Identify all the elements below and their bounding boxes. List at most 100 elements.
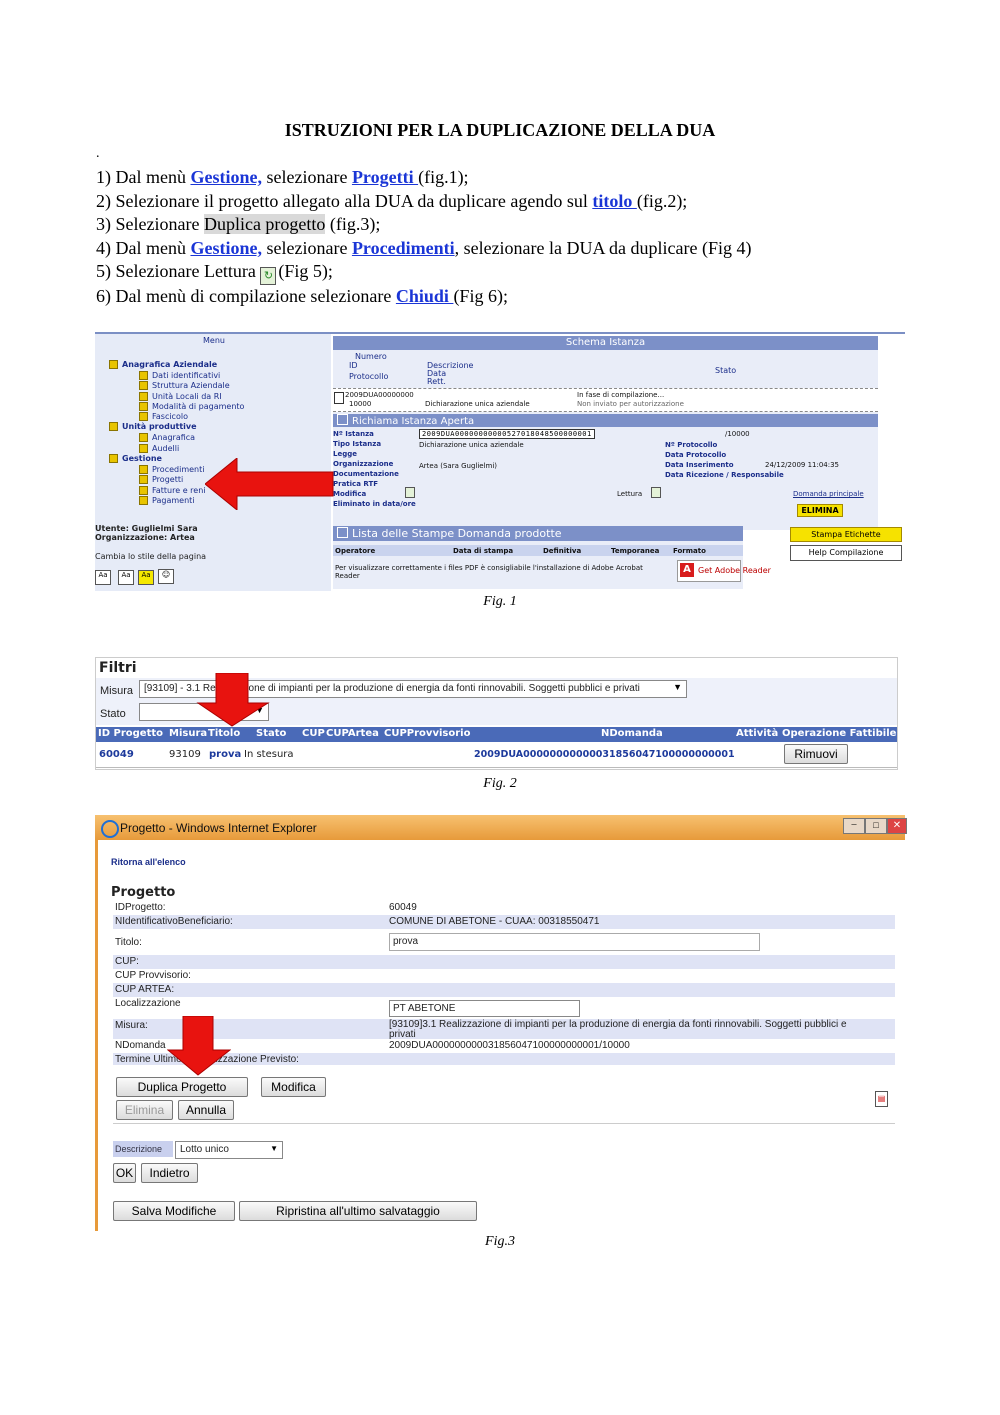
col-rett: Rett.: [427, 377, 446, 386]
procedimenti-link[interactable]: Procedimenti: [352, 238, 455, 258]
menu-item[interactable]: Dati identificativi: [139, 371, 244, 381]
progetti-link[interactable]: Progetti: [352, 167, 418, 187]
adobe-reader-logo[interactable]: A Get Adobe Reader: [677, 560, 771, 582]
domanda-principale-link[interactable]: Domanda principale: [793, 490, 864, 498]
ok-button[interactable]: OK: [113, 1163, 136, 1183]
gestione-link[interactable]: Gestione,: [190, 238, 262, 258]
menu-item[interactable]: Unità Locali da RI: [139, 391, 244, 402]
bullet-icon: [139, 495, 148, 505]
column-header[interactable]: NDomanda: [601, 728, 663, 739]
form-row: CUP Provvisorio:: [113, 969, 895, 983]
column-header[interactable]: Operazione Fattibile: [782, 728, 896, 739]
schema-row[interactable]: 2009DUA00000000 10000 Dichiarazione unic…: [333, 388, 878, 412]
column-header[interactable]: CUPArtea: [326, 728, 379, 739]
schema-num: 2009DUA00000000: [345, 391, 414, 399]
titolo-link[interactable]: titolo: [592, 191, 637, 211]
stampa-etichette-button[interactable]: Stampa Etichette: [790, 527, 902, 542]
modifica-icon[interactable]: [405, 487, 415, 498]
column-header[interactable]: Titolo: [208, 728, 240, 739]
form-label: CUP:: [115, 956, 139, 967]
stato-label: Stato: [100, 708, 126, 720]
chiudi-link[interactable]: Chiudi: [396, 286, 454, 306]
menu-item-label: Dati identificativi: [152, 371, 221, 380]
figure-1-caption: Fig. 1: [483, 594, 517, 609]
lettura-icon[interactable]: [651, 487, 661, 498]
indietro-button[interactable]: Indietro: [141, 1163, 198, 1183]
rimuovi-button[interactable]: Rimuovi: [784, 744, 848, 764]
row-ndomanda-link[interactable]: 2009DUA00000000000031856047100000000001: [474, 749, 735, 760]
back-link[interactable]: Ritorna all'elenco: [111, 857, 186, 867]
table-row: 60049 93109 prova In stesura 2009DUA0000…: [96, 743, 897, 768]
org-label: Organizzazione: Artea: [95, 533, 195, 542]
form-value: 2009DUA000000000031856047100000000001/10…: [389, 1040, 630, 1051]
menu-item[interactable]: Unità produttive: [109, 422, 244, 433]
elimina-button[interactable]: ELIMINA: [797, 504, 843, 517]
data-inserimento: 24/12/2009 11:04:35: [765, 461, 840, 469]
step-text: selezionare: [261, 237, 352, 258]
ie-icon: [101, 820, 119, 838]
adobe-icon: A: [680, 563, 694, 577]
window-titlebar: Progetto - Windows Internet Explorer – □…: [95, 815, 907, 840]
filtri-heading: Filtri: [99, 660, 137, 676]
titolo-input[interactable]: prova: [389, 933, 760, 951]
close-button[interactable]: ✕: [887, 818, 907, 834]
col-stato: Stato: [715, 366, 737, 375]
column-header[interactable]: Stato: [256, 728, 286, 739]
descrizione-select[interactable]: Lotto unico ▼: [175, 1141, 283, 1159]
form-label: CUP Provvisorio:: [115, 970, 191, 981]
table-header: ID Progetto Misura Titolo Stato CUP CUPArtea C…: [96, 727, 897, 742]
column-header[interactable]: CUPProvvisorio: [384, 728, 470, 739]
menu-item[interactable]: Anagrafica: [139, 433, 244, 443]
bullet-icon: [139, 475, 148, 485]
bullet-icon: [139, 433, 148, 443]
expand-icon: [109, 454, 118, 464]
field-label: Pratica RTF: [333, 480, 378, 488]
modifica-button[interactable]: Modifica: [261, 1077, 326, 1097]
pdf-icon[interactable]: ▤: [875, 1091, 888, 1107]
duplica-progetto-button[interactable]: Duplica Progetto: [116, 1077, 248, 1097]
column-header[interactable]: Attività: [736, 728, 778, 739]
style-button-small[interactable]: Aa: [95, 570, 111, 585]
salva-modifiche-button[interactable]: Salva Modifiche: [113, 1201, 235, 1221]
figure-1-screenshot: Menu Anagrafica Aziendale Dati identifica…: [95, 332, 905, 591]
ripristina-button[interactable]: Ripristina all'ultimo salvataggio: [239, 1201, 477, 1221]
field-label: Data Ricezione / Responsabile: [665, 471, 784, 479]
descrizione-label: Descrizione: [113, 1141, 173, 1157]
window-border: [95, 840, 98, 1231]
annulla-button[interactable]: Annulla: [178, 1100, 234, 1120]
richiama-panel: Richiama Istanza Aperta Nº Istanza Tipo I…: [333, 414, 878, 530]
col-id: ID: [349, 361, 358, 370]
maximize-button[interactable]: □: [865, 818, 887, 834]
menu-item[interactable]: Struttura Aziendale: [139, 381, 244, 391]
menu-item-label: Anagrafica Aziendale: [122, 360, 218, 369]
form-label: NIdentificativoBeneficiario:: [115, 916, 233, 927]
style-label: Cambia lo stile della pagina: [95, 552, 207, 561]
figure-2-caption: Fig. 2: [483, 776, 517, 791]
field-label: Documentazione: [333, 470, 399, 478]
minimize-button[interactable]: –: [843, 818, 865, 834]
row-id-link[interactable]: 60049: [99, 749, 134, 760]
richiama-title: Richiama Istanza Aperta: [333, 414, 878, 427]
style-button-medium[interactable]: Aa: [118, 570, 134, 585]
menu-item[interactable]: Fascicolo: [139, 412, 244, 422]
gestione-link[interactable]: Gestione,: [190, 167, 262, 187]
bullet-icon: [139, 443, 148, 453]
localizzazione-select[interactable]: PT ABETONE: [389, 1000, 580, 1017]
menu-item[interactable]: Modalità di pagamento: [139, 401, 244, 412]
menu-item[interactable]: Audelli: [139, 443, 244, 454]
red-arrow-left: [205, 458, 334, 510]
accessibility-icon[interactable]: ☺: [158, 569, 174, 584]
schema-descr: Dichiarazione unica aziendale: [425, 400, 530, 408]
step-1: 1) Dal menù Gestione, selezionare Proget…: [96, 166, 751, 190]
help-compilazione-button[interactable]: Help Compilazione: [790, 545, 902, 561]
style-button-large[interactable]: Aa: [138, 570, 154, 585]
step-text: 1) Dal menù: [96, 167, 191, 187]
menu-item[interactable]: Anagrafica Aziendale: [109, 360, 244, 371]
column-header[interactable]: CUP: [302, 728, 325, 739]
row-titolo-link[interactable]: prova: [209, 749, 241, 760]
column-header[interactable]: ID Progetto: [98, 728, 163, 739]
descrizione-value: Lotto unico: [180, 1144, 229, 1155]
column-header[interactable]: Misura: [169, 728, 207, 739]
menu-item-label: Audelli: [152, 443, 180, 453]
adobe-text: Get Adobe Reader: [698, 566, 771, 575]
